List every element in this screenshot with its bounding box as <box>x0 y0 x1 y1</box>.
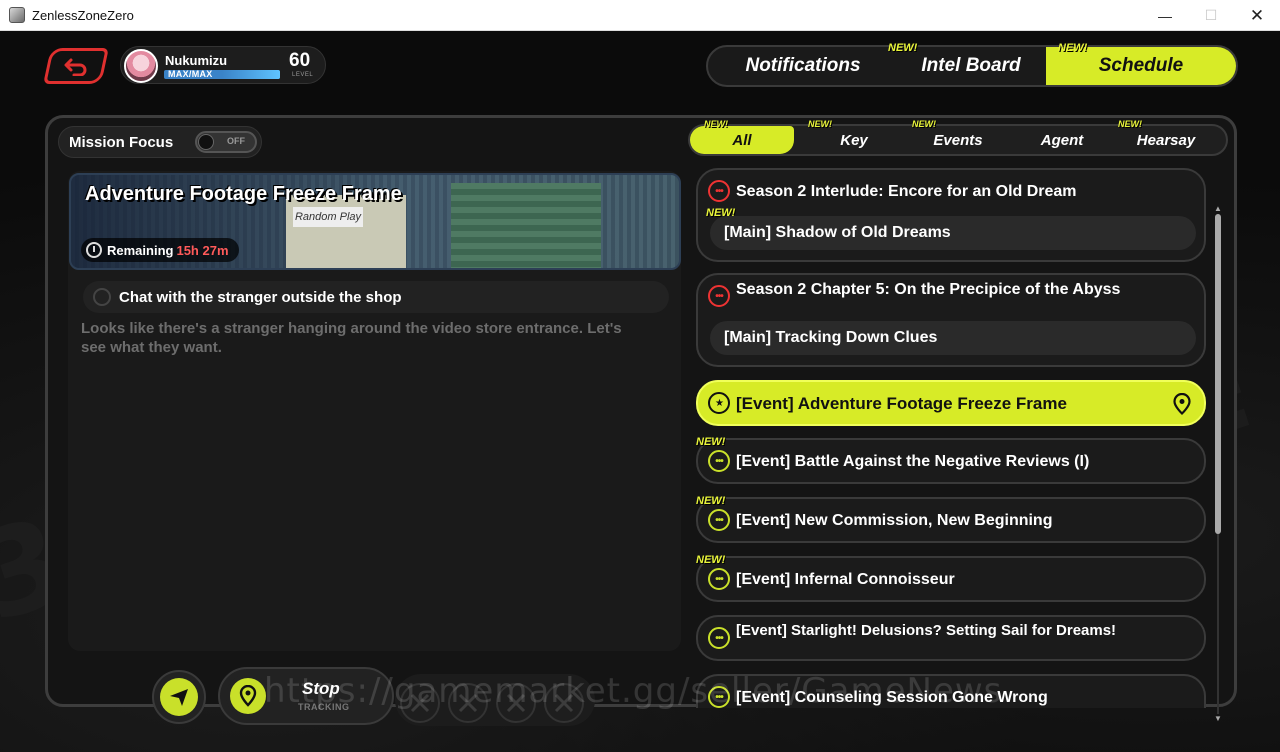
send-button[interactable] <box>152 670 206 724</box>
event-quest-icon: ••• <box>708 450 730 472</box>
new-badge: NEW! <box>1118 119 1142 129</box>
quest-title: Adventure Footage Freeze Frame <box>85 183 402 205</box>
tracking-pin-icon <box>1173 393 1191 415</box>
new-badge: NEW! <box>704 119 728 129</box>
mission-focus-label: Mission Focus <box>69 134 174 151</box>
quest-item-title: [Event] Starlight! Delusions? Setting Sa… <box>736 622 1117 639</box>
app-icon <box>9 7 25 23</box>
quest-item-subtitle: [Main] Tracking Down Clues <box>710 321 1196 355</box>
quest-item-title: [Event] New Commission, New Beginning <box>736 512 1053 529</box>
new-badge: NEW! <box>696 495 726 507</box>
quest-item-title: Season 2 Interlude: Encore for an Old Dr… <box>736 183 1077 200</box>
player-level: 60 <box>289 50 311 71</box>
top-navigation: Notifications Intel Board Schedule NEW! … <box>706 42 1238 87</box>
quest-item[interactable]: NEW! ••• [Event] New Commission, New Beg… <box>696 495 1206 543</box>
category-label: Events <box>933 131 983 149</box>
quest-item[interactable]: ••• [Event] Starlight! Delusions? Settin… <box>696 615 1206 661</box>
quest-list-scrollbar[interactable]: ▲ ▼ <box>1214 204 1222 724</box>
quest-item-title: Season 2 Chapter 5: On the Precipice of … <box>736 281 1121 298</box>
schedule-panel: Mission Focus OFF All Key Events Agent H… <box>45 115 1237 726</box>
watermark: https://gamemarket.gg/seller/GameNews <box>264 671 1003 711</box>
stamina-bar: MAX/MAX <box>164 69 280 79</box>
quest-item[interactable]: ••• Season 2 Chapter 5: On the Precipice… <box>696 273 1206 367</box>
category-all[interactable]: All <box>690 126 794 154</box>
quest-item[interactable]: ••• Season 2 Interlude: Encore for an Ol… <box>696 168 1206 262</box>
window-title: ZenlessZoneZero <box>32 8 134 23</box>
tab-intel-board-label: Intel Board <box>921 55 1021 76</box>
minimize-button[interactable]: — <box>1142 0 1188 31</box>
quest-item-subtitle: [Main] Shadow of Old Dreams <box>710 216 1196 250</box>
clock-icon <box>86 242 102 258</box>
category-key[interactable]: Key <box>802 126 906 154</box>
remaining-time-badge: Remaining 15h 27m <box>81 238 239 262</box>
category-filter: All Key Events Agent Hearsay NEW! NEW! N… <box>688 119 1228 156</box>
level-caption: LEVEL <box>292 72 314 78</box>
category-hearsay[interactable]: Hearsay <box>1114 126 1218 154</box>
stamina-text: MAX/MAX <box>168 69 213 79</box>
category-label: Key <box>840 131 868 149</box>
toggle-state: OFF <box>227 136 245 146</box>
quest-item-title: [Event] Battle Against the Negative Revi… <box>736 453 1090 470</box>
event-quest-icon: ••• <box>708 627 730 649</box>
quest-item[interactable]: NEW! ••• [Event] Infernal Connoisseur <box>696 554 1206 602</box>
category-events[interactable]: Events <box>906 126 1010 154</box>
shop-sign: Random Play <box>293 207 363 227</box>
window-titlebar: ZenlessZoneZero — ☐ ✕ <box>0 0 1280 31</box>
paper-plane-icon <box>170 689 188 706</box>
new-badge: NEW! <box>808 119 832 129</box>
location-pin-icon <box>239 685 257 707</box>
quest-item-title: [Event] Infernal Connoisseur <box>736 571 955 588</box>
quest-item[interactable]: NEW! ••• [Event] Battle Against the Nega… <box>696 436 1206 484</box>
remaining-label: Remaining <box>107 242 174 258</box>
objective-description: Looks like there's a stranger hanging ar… <box>81 320 622 356</box>
tab-intel-board[interactable]: Intel Board <box>896 47 1046 85</box>
avatar <box>124 49 158 83</box>
new-badge: NEW! <box>696 436 726 448</box>
category-label: All <box>732 131 752 149</box>
mission-focus-toggle[interactable]: OFF <box>195 131 257 153</box>
tab-notifications-label: Notifications <box>745 55 861 76</box>
quest-banner: Random Play Adventure Footage Freeze Fra… <box>69 173 681 270</box>
event-quest-icon: ••• <box>708 509 730 531</box>
main-quest-icon: ••• <box>708 180 730 202</box>
category-label: Hearsay <box>1136 131 1196 149</box>
back-button[interactable] <box>43 48 109 84</box>
quest-item-active[interactable]: ★ [Event] Adventure Footage Freeze Frame <box>696 380 1206 426</box>
tab-notifications[interactable]: Notifications <box>718 47 888 85</box>
game-screen: 3 F Nukumizu MAX/MAX 60 LEVEL Notificati… <box>0 31 1280 752</box>
maximize-button[interactable]: ☐ <box>1188 0 1234 31</box>
objective-checkbox-icon <box>93 288 111 306</box>
player-name: Nukumizu <box>165 53 228 68</box>
close-button[interactable]: ✕ <box>1234 0 1280 31</box>
new-badge: NEW! <box>696 554 726 566</box>
category-label: Agent <box>1040 131 1084 149</box>
tab-schedule-label: Schedule <box>1098 55 1184 76</box>
remaining-time: 15h 27m <box>176 242 229 258</box>
event-quest-icon: ••• <box>708 568 730 590</box>
back-arrow-icon <box>64 58 87 76</box>
mission-focus: Mission Focus OFF <box>58 126 262 158</box>
new-badge: NEW! <box>1058 42 1088 54</box>
objective-item[interactable]: Chat with the stranger outside the shop <box>83 281 669 313</box>
category-agent[interactable]: Agent <box>1010 126 1114 154</box>
event-star-icon: ★ <box>708 392 730 414</box>
player-profile[interactable]: Nukumizu MAX/MAX 60 LEVEL <box>120 46 326 84</box>
new-badge: NEW! <box>888 42 918 54</box>
main-quest-icon: ••• <box>708 285 730 307</box>
quest-item-title: [Event] Adventure Footage Freeze Frame <box>736 394 1067 413</box>
new-badge: NEW! <box>912 119 936 129</box>
objective-text: Chat with the stranger outside the shop <box>119 288 402 306</box>
